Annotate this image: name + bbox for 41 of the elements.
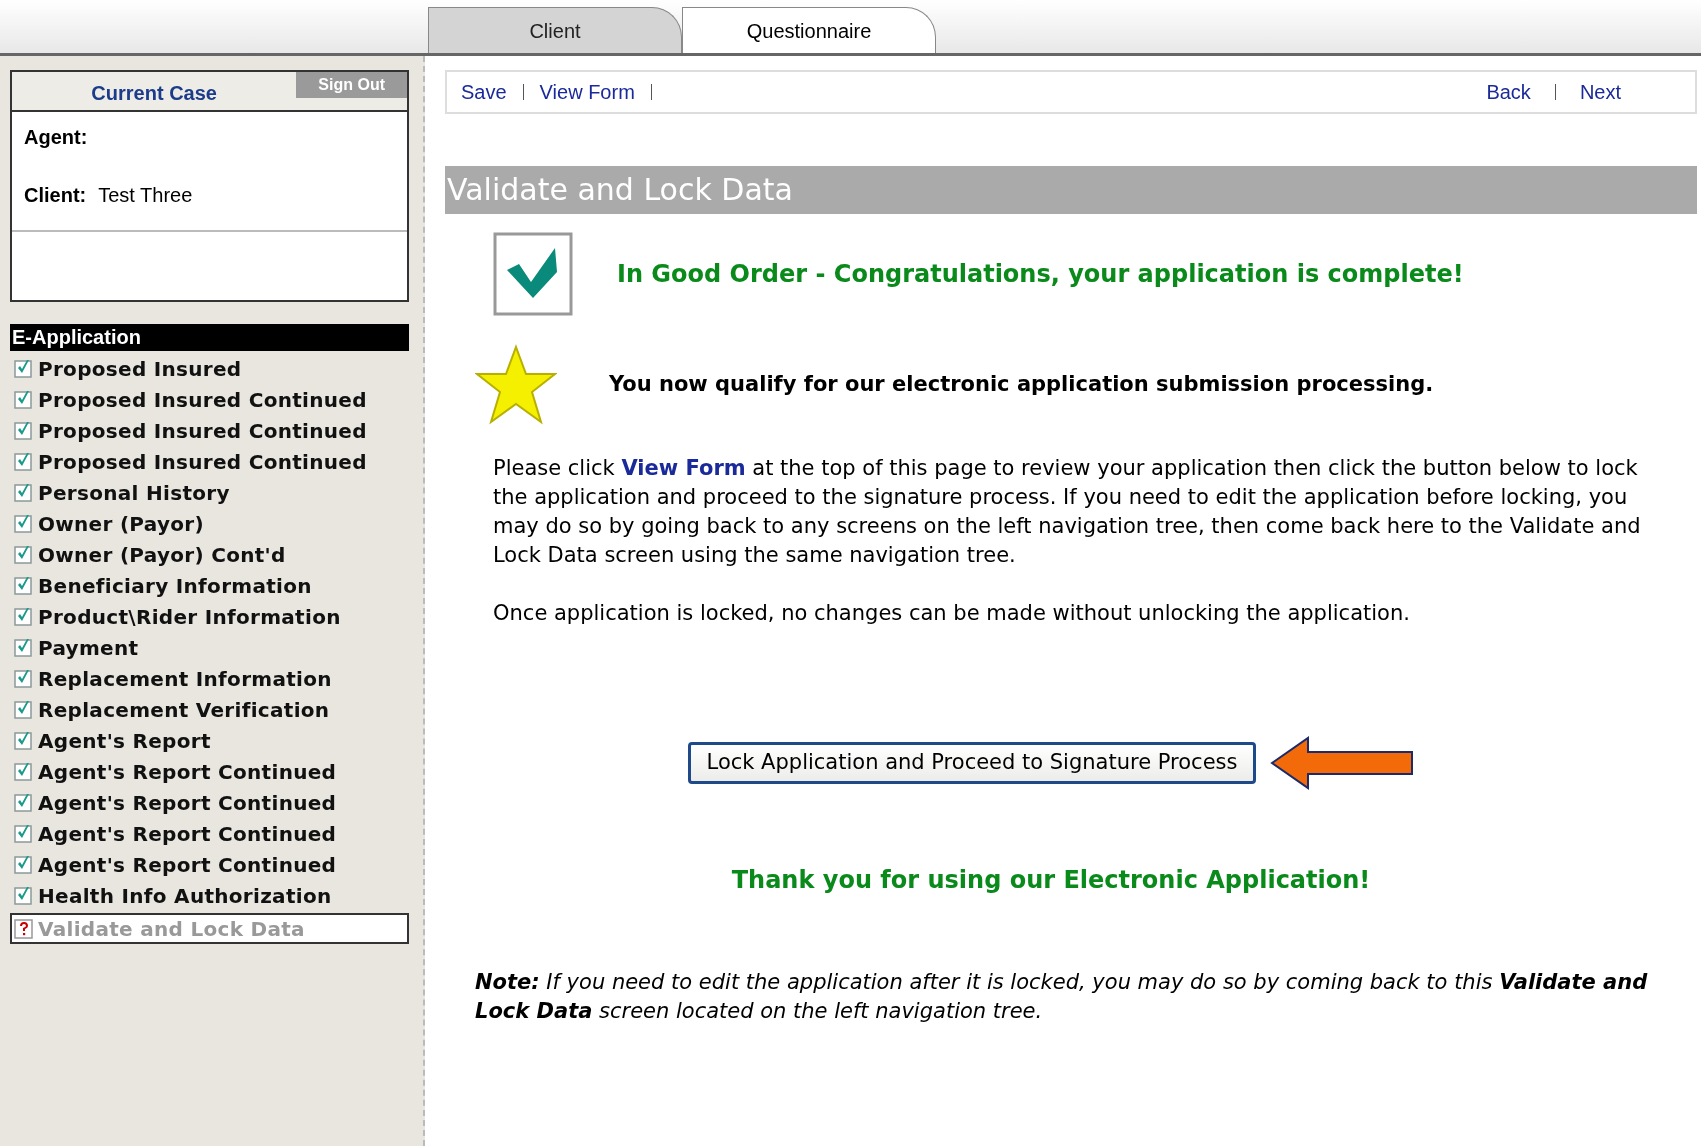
nav-item[interactable]: Agent's Report Continued (10, 849, 409, 880)
thank-you-message: Thank you for using our Electronic Application! (731, 864, 1371, 896)
nav-item[interactable]: Proposed Insured Continued (10, 446, 409, 477)
star-icon (475, 344, 557, 426)
nav-item[interactable]: Agent's Report Continued (10, 756, 409, 787)
nav-item[interactable]: Proposed Insured Continued (10, 384, 409, 415)
toolbar-link[interactable]: Save (461, 77, 507, 107)
status-message: In Good Order - Congratulations, your application is complete! (617, 259, 1464, 290)
nav-item[interactable]: Replacement Information (10, 663, 409, 694)
lock-notice: Once application is locked, no changes can be made without unlocking the application. (493, 600, 1411, 627)
note-paragraph: Note: If you need to edit the application after it is locked, you may do so by coming back to this Validate and Lock Data screen located on the left navigation tree. (475, 968, 1649, 1025)
nav-item[interactable]: Product\Rider Information (10, 601, 409, 632)
nav-heading: E-Application (10, 324, 409, 351)
tab[interactable]: Questionnaire (682, 7, 936, 53)
toolbar-link[interactable]: Next (1579, 77, 1621, 107)
checkmark-icon (493, 232, 573, 316)
nav-item[interactable]: Proposed Insured Continued (10, 415, 409, 446)
nav-item[interactable]: Agent's Report Continued (10, 787, 409, 818)
client-label: Client: (24, 183, 87, 208)
tab[interactable]: Client (428, 7, 682, 53)
panel-title: Current Case (90, 81, 218, 106)
agent-label: Agent: (24, 125, 89, 150)
lock-application-button[interactable]: Lock Application and Proceed to Signature Process (687, 741, 1257, 784)
qualify-message: You now qualify for our electronic application submission processing. (609, 371, 1434, 399)
nav-item[interactable]: Health Info Authorization (10, 880, 409, 911)
nav-item[interactable]: Owner (Payor) Cont'd (10, 539, 409, 570)
nav-item[interactable]: Replacement Verification (10, 694, 409, 725)
arrow-icon (1270, 735, 1415, 790)
client-name: Test Three (98, 183, 193, 208)
toolbar-link[interactable]: Back (1486, 77, 1531, 107)
toolbar-link[interactable]: View Form (539, 77, 635, 107)
nav-item[interactable]: Beneficiary Information (10, 570, 409, 601)
instructions-paragraph: Please click View Form at the top of this page to review your application then click the button below to lock the application and proceed to the signature process. If you need to edit the application before locking, you may do so by going back to any screens on the left navigation tree, then come back here to the Validate and Lock Data screen using the same navigation tree. (493, 455, 1642, 569)
nav-item[interactable]: Personal History (10, 477, 409, 508)
nav-item[interactable]: Owner (Payor) (10, 508, 409, 539)
nav-item[interactable]: Payment (10, 632, 409, 663)
page-title: Validate and Lock Data (445, 166, 1697, 214)
nav-item[interactable]: Agent's Report (10, 725, 409, 756)
nav-item[interactable]: Proposed Insured (10, 353, 409, 384)
nav-item[interactable]: Agent's Report Continued (10, 818, 409, 849)
view-form-link[interactable]: View Form (621, 456, 746, 480)
